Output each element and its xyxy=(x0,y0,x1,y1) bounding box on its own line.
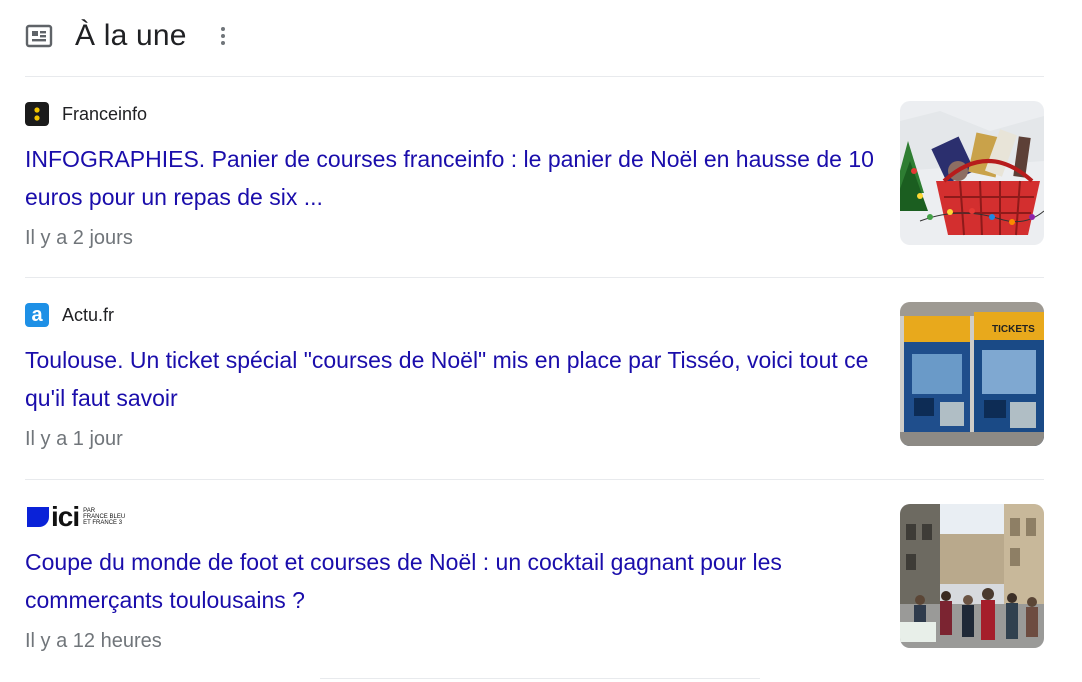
ticket-machines-image[interactable]: TICKETS xyxy=(900,302,1044,446)
article-headline-link[interactable]: Toulouse. Un ticket spécial "courses de … xyxy=(25,341,875,417)
actu-fr-icon: a xyxy=(25,303,49,327)
article-source: a Actu.fr xyxy=(25,303,114,327)
shopping-street-image[interactable] xyxy=(900,504,1044,648)
actu-fr-letter: a xyxy=(31,304,43,326)
ici-logo-icon: ici PAR FRANCE BLEU ET FRANCE 3 xyxy=(25,501,125,532)
source-name: Actu.fr xyxy=(62,304,115,325)
news-article-2[interactable]: a Actu.fr Toulouse. Un ticket spécial "c… xyxy=(25,302,1044,479)
news-article-3[interactable]: ici PAR FRANCE BLEU ET FRANCE 3 Coupe du… xyxy=(25,501,1044,681)
divider xyxy=(25,479,1044,480)
article-source: ici PAR FRANCE BLEU ET FRANCE 3 xyxy=(25,501,125,532)
article-timestamp: Il y a 12 heures xyxy=(25,630,162,652)
article-headline-link[interactable]: Coupe du monde de foot et courses de Noë… xyxy=(25,543,875,619)
article-headline-link[interactable]: INFOGRAPHIES. Panier de courses francein… xyxy=(25,140,875,216)
news-article-1[interactable]: Franceinfo INFOGRAPHIES. Panier de cours… xyxy=(25,101,1044,278)
top-stories-panel: À la une Franceinfo INFOGRAPHIES. Panier… xyxy=(0,0,1082,682)
divider xyxy=(25,277,1044,278)
christmas-basket-image[interactable] xyxy=(900,101,1044,245)
article-source: Franceinfo xyxy=(25,102,147,126)
ici-logo-sub-3: ET FRANCE 3 xyxy=(83,520,123,526)
article-timestamp: Il y a 2 jours xyxy=(25,227,133,249)
article-timestamp: Il y a 1 jour xyxy=(25,428,123,450)
top-stories-header: À la une xyxy=(25,14,233,58)
ici-logo-subtitle: PAR FRANCE BLEU ET FRANCE 3 xyxy=(83,508,125,526)
source-name: Franceinfo xyxy=(62,103,148,124)
ici-logo-text: ici xyxy=(51,501,80,532)
divider xyxy=(25,76,1044,77)
newspaper-icon xyxy=(25,22,53,50)
section-title: À la une xyxy=(75,19,187,52)
thumb-tickets-label: TICKETS xyxy=(992,324,1035,335)
franceinfo-icon xyxy=(25,102,49,126)
more-vert-icon[interactable] xyxy=(213,22,233,50)
bottom-divider xyxy=(320,678,760,682)
